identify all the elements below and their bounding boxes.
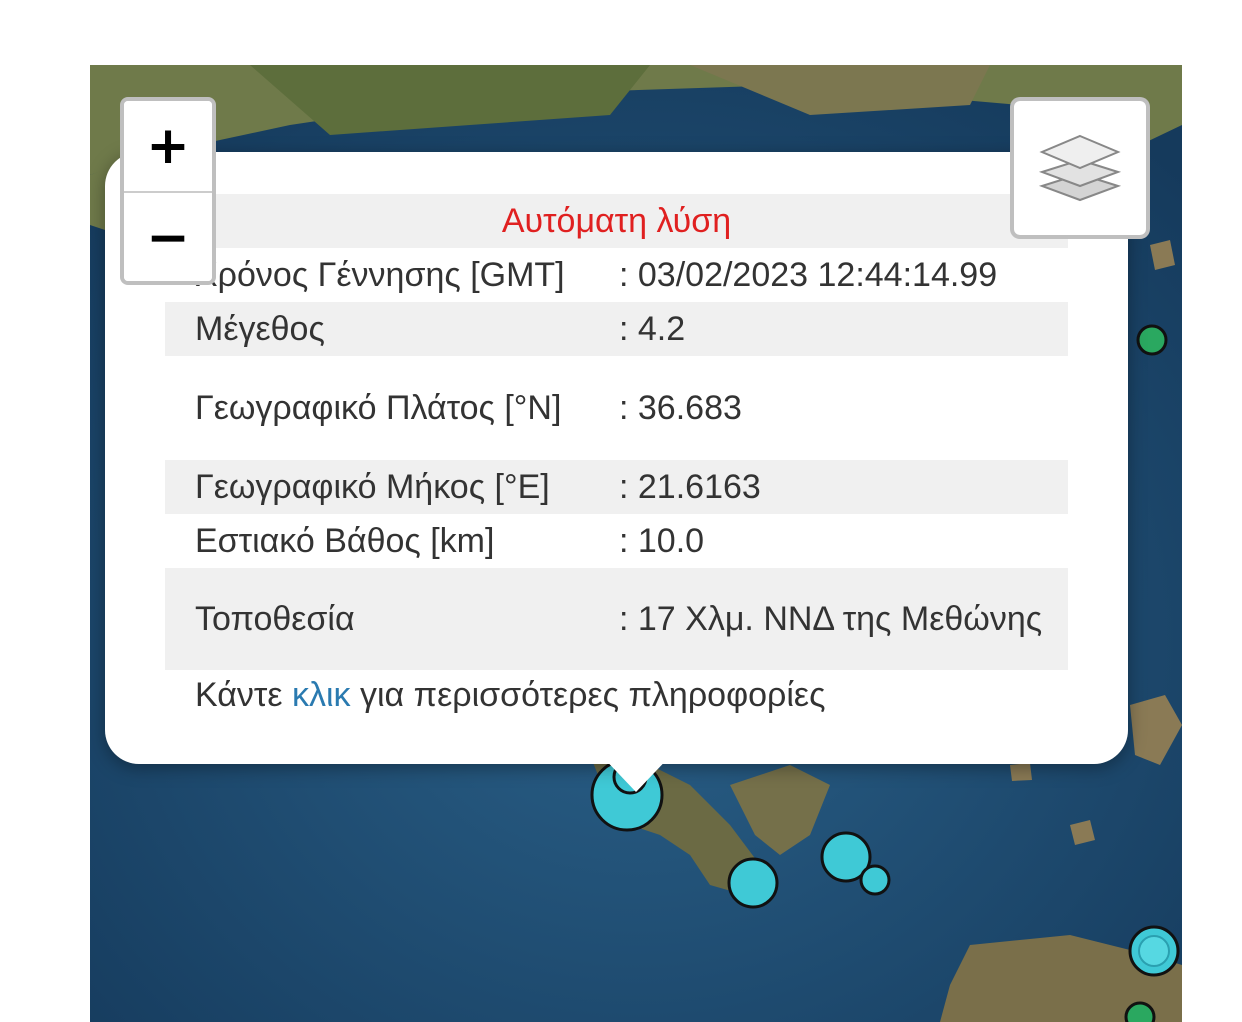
more-info-text: Κάντε κλικ για περισσότερες πληροφορίες xyxy=(195,672,825,718)
zoom-in-button[interactable]: + xyxy=(124,101,212,193)
longitude-value: : 21.6163 xyxy=(589,460,1068,514)
depth-value: : 10.0 xyxy=(619,522,705,560)
zoom-out-button[interactable]: − xyxy=(124,193,212,281)
earthquake-marker[interactable] xyxy=(1124,1001,1156,1022)
earthquake-details-table: Αυτόματη λύση Χρόνος Γέννησης [GMT] : 03… xyxy=(165,194,1068,670)
latitude-label: Γεωγραφικό Πλάτος [°N] xyxy=(195,389,562,427)
depth-label: Εστιακό Βάθος [km] xyxy=(195,522,495,560)
latitude-value: : 36.683 xyxy=(619,389,742,427)
earthquake-popup: Αυτόματη λύση Χρόνος Γέννησης [GMT] : 03… xyxy=(105,152,1128,792)
location-value: : 17 Χλμ. ΝΝΔ της Μεθώνης xyxy=(589,568,1068,670)
layers-icon xyxy=(1038,134,1122,202)
earthquake-marker[interactable] xyxy=(859,864,891,896)
longitude-label: Γεωγραφικό Μήκος [°E] xyxy=(165,460,589,514)
more-info-link[interactable]: κλικ xyxy=(292,676,351,714)
popup-title: Αυτόματη λύση xyxy=(165,194,1068,248)
magnitude-label: Μέγεθος xyxy=(165,302,589,356)
magnitude-value: : 4.2 xyxy=(589,302,1068,356)
earthquake-marker-inner xyxy=(1138,935,1170,967)
layers-control-button[interactable] xyxy=(1010,97,1150,239)
popup-tip xyxy=(598,752,674,792)
earthquake-marker[interactable] xyxy=(1136,324,1168,356)
zoom-control: + − xyxy=(120,97,216,285)
earthquake-marker[interactable] xyxy=(727,857,779,909)
more-info-suffix: για περισσότερες πληροφορίες xyxy=(359,676,826,714)
origin-time-value: : 03/02/2023 12:44:14.99 xyxy=(619,256,998,294)
more-info-prefix: Κάντε xyxy=(195,676,283,714)
satellite-map[interactable]: Αυτόματη λύση Χρόνος Γέννησης [GMT] : 03… xyxy=(90,65,1182,1022)
location-label: Τοποθεσία xyxy=(165,568,589,670)
origin-time-label: Χρόνος Γέννησης [GMT] xyxy=(195,256,565,294)
page: Αυτόματη λύση Χρόνος Γέννησης [GMT] : 03… xyxy=(0,0,1242,1022)
